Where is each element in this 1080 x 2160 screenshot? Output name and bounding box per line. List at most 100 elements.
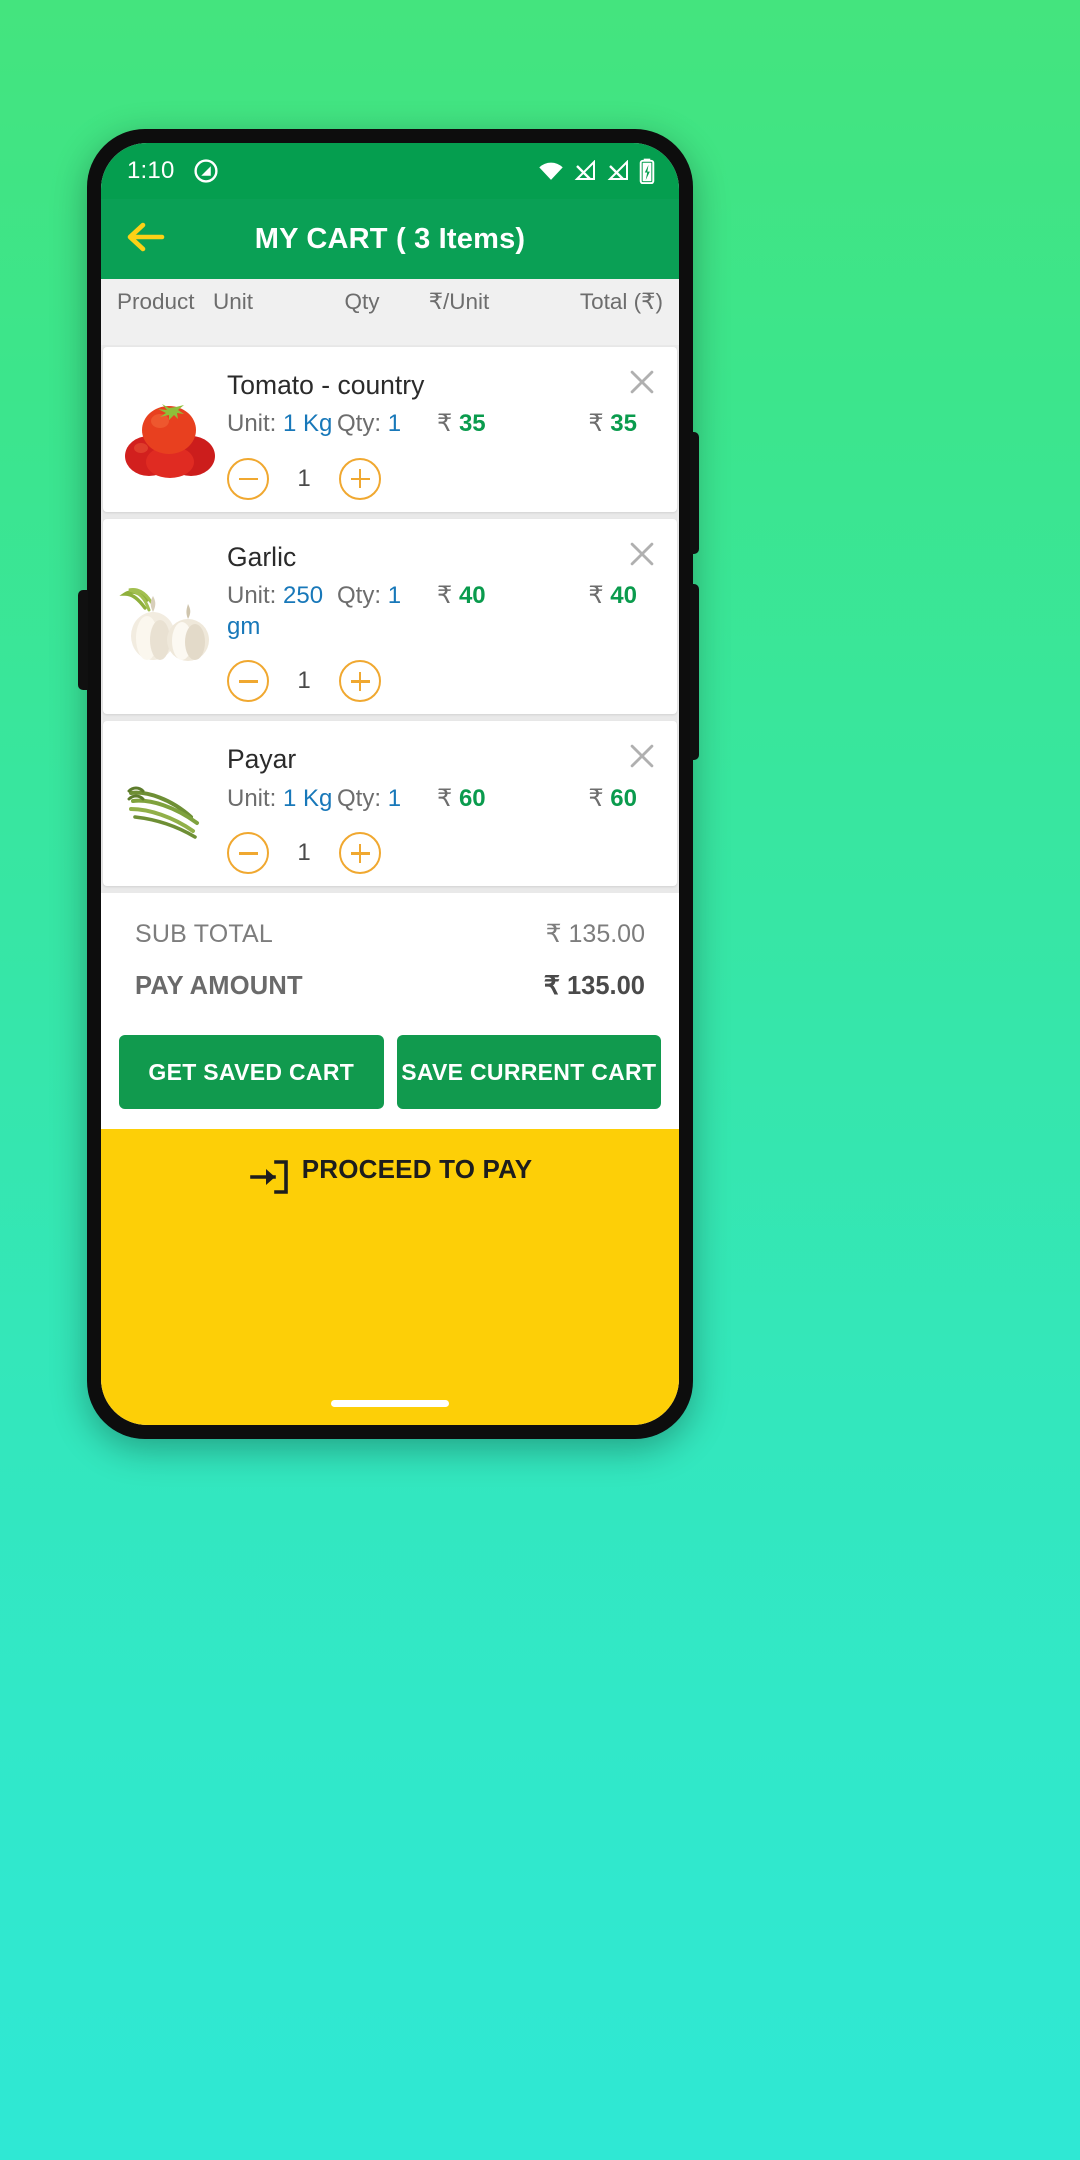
pay-amount-label: PAY AMOUNT — [135, 972, 303, 1001]
totals-section: SUB TOTAL ₹ 135.00 PAY AMOUNT ₹ 135.00 — [101, 893, 679, 1018]
stepper-quantity-value: 1 — [297, 839, 311, 867]
close-icon — [625, 537, 659, 571]
column-header-total: Total (₹) — [579, 289, 663, 314]
sub-total-value: ₹ 135.00 — [545, 920, 645, 949]
signal-icon-1 — [573, 160, 597, 182]
signal-icon-2 — [606, 160, 630, 182]
quantity-stepper: 1 — [227, 660, 665, 703]
unit-label: Unit: — [227, 784, 277, 812]
increase-quantity-button[interactable] — [339, 660, 381, 703]
decrease-quantity-button[interactable] — [227, 457, 269, 500]
unit-label: Unit: — [227, 582, 277, 609]
home-indicator[interactable] — [331, 1400, 449, 1407]
qty-label: Qty: — [337, 582, 382, 609]
wallpaper-background: 1:10 MY CART (3 Items) Product Unit Qty… — [0, 0, 1080, 2160]
rate-symbol: ₹ — [437, 784, 453, 812]
decrease-quantity-button[interactable] — [227, 832, 269, 875]
line-total-value: 60 — [610, 784, 637, 812]
column-header-unit: Unit — [213, 289, 254, 314]
unit-value: 1 Kg — [283, 410, 333, 438]
left-side-button[interactable] — [78, 590, 88, 690]
payar-image — [115, 731, 223, 874]
line-total-cell: ₹ 35 — [531, 409, 665, 440]
product-meta-row: Unit: 1 Kg Qty: 1 ₹ 60 ₹ 60 — [227, 784, 665, 815]
status-bar: 1:10 — [101, 143, 679, 199]
increase-quantity-button[interactable] — [339, 457, 381, 500]
cart-item-row[interactable]: Tomato - country Unit: 1 Kg Qty: 1 ₹ 35 … — [103, 347, 677, 512]
line-total-cell: ₹ 40 — [531, 581, 665, 612]
remove-item-button[interactable] — [625, 537, 659, 571]
battery-icon — [639, 158, 655, 184]
volume-button[interactable] — [690, 584, 699, 760]
quantity-stepper: 1 — [227, 457, 665, 500]
rate-cell: ₹ 60 — [437, 784, 531, 815]
product-meta-row: Unit: 250 gm Qty: 1 ₹ 40 ₹ 40 — [227, 581, 665, 642]
cart-table-header: Product Unit Qty ₹/Unit Total (₹) — [101, 279, 679, 345]
minus-icon — [238, 680, 258, 683]
wifi-icon — [538, 160, 564, 182]
column-header-rate: ₹/Unit — [428, 289, 490, 314]
decrease-quantity-button[interactable] — [227, 660, 269, 703]
garlic-image — [115, 529, 223, 703]
rate-cell: ₹ 35 — [437, 409, 531, 440]
column-header-qty: Qty — [344, 289, 380, 314]
pay-amount-row: PAY AMOUNT ₹ 135.00 — [135, 971, 645, 1001]
plus-icon-vertical — [358, 671, 362, 691]
power-button[interactable] — [690, 432, 699, 554]
rate-value: 35 — [458, 410, 486, 438]
remove-item-button[interactable] — [625, 739, 659, 773]
stepper-quantity-value: 1 — [297, 667, 311, 695]
unit-value: 1 Kg — [283, 784, 333, 812]
line-total-value: 40 — [610, 582, 637, 609]
save-current-cart-button[interactable]: SAVE CURRENT CART — [396, 1035, 661, 1110]
unit-label: Unit: — [227, 410, 277, 438]
proceed-to-pay-label: PROCEED TO PAY — [301, 1154, 533, 1185]
column-header-product: Product — [117, 289, 195, 314]
rate-symbol: ₹ — [437, 410, 453, 438]
qty-value: 1 — [387, 784, 402, 812]
proceed-to-pay-button[interactable]: PROCEED TO PAY — [101, 1129, 679, 1425]
cart-action-buttons: GET SAVED CART SAVE CURRENT CART — [101, 1017, 679, 1130]
plus-icon-vertical — [358, 843, 362, 863]
page-title: MY CART ( 3 Items) — [254, 222, 526, 255]
qty-cell: Qty: 1 — [337, 784, 437, 815]
unit-cell: Unit: 1 Kg — [227, 409, 337, 440]
remove-item-button[interactable] — [625, 365, 659, 399]
product-name: Garlic — [227, 541, 297, 572]
cart-item-row[interactable]: Payar Unit: 1 Kg Qty: 1 ₹ 60 ₹ 60 1 — [103, 721, 677, 887]
tomato-image — [115, 357, 223, 500]
qty-value: 1 — [387, 410, 402, 438]
line-total-value: 35 — [610, 410, 637, 438]
get-saved-cart-button[interactable]: GET SAVED CART — [119, 1035, 384, 1110]
rate-value: 40 — [458, 582, 486, 609]
line-total-cell: ₹ 60 — [531, 784, 665, 815]
sub-total-label: SUB TOTAL — [135, 920, 273, 949]
phone-screen: 1:10 MY CART (3 Items) Product Unit Qty… — [101, 143, 679, 1425]
minus-icon — [238, 852, 258, 855]
stepper-quantity-value: 1 — [297, 464, 311, 492]
product-name: Payar — [227, 744, 297, 775]
unit-cell: Unit: 250 gm — [227, 581, 337, 642]
rate-cell: ₹ 40 — [437, 581, 531, 612]
total-symbol: ₹ — [588, 410, 604, 438]
increase-quantity-button[interactable] — [339, 832, 381, 875]
unit-cell: Unit: 1 Kg — [227, 784, 337, 815]
back-button[interactable] — [119, 212, 173, 266]
cart-item-row[interactable]: Garlic Unit: 250 gm Qty: 1 ₹ 40 ₹ 40 1 — [103, 518, 677, 715]
plus-icon-vertical — [358, 469, 362, 489]
qty-cell: Qty: 1 — [337, 409, 437, 440]
sub-total-row: SUB TOTAL ₹ 135.00 — [135, 919, 645, 949]
proceed-inner: PROCEED TO PAY — [248, 1154, 533, 1196]
minus-icon — [238, 477, 258, 481]
app-bar: MY CART ( 3 Items) — [101, 199, 679, 279]
close-icon — [625, 365, 659, 399]
qty-value: 1 — [387, 582, 402, 609]
cart-item-details: Garlic Unit: 250 gm Qty: 1 ₹ 40 ₹ 40 1 — [223, 529, 665, 703]
qty-label: Qty: — [337, 410, 382, 438]
pay-amount-value: ₹ 135.00 — [543, 972, 645, 1001]
product-name: Tomato - country — [227, 370, 425, 400]
do-not-disturb-icon — [193, 158, 219, 184]
arrow-left-icon — [125, 220, 167, 259]
quantity-stepper: 1 — [227, 832, 665, 875]
status-right-icons — [538, 158, 655, 184]
